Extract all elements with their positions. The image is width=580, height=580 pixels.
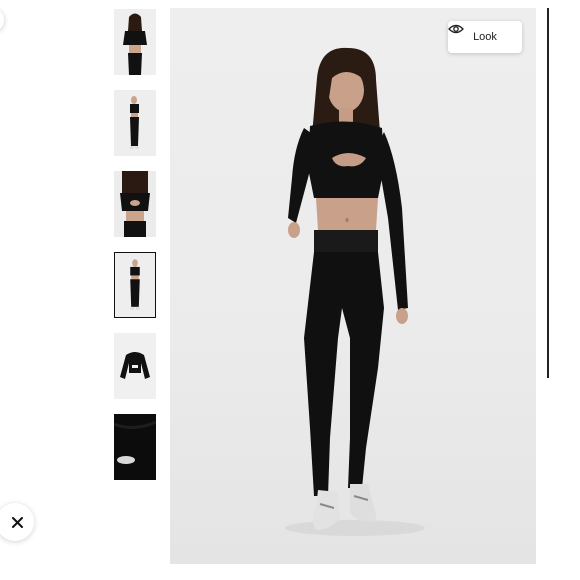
- thumbnail-image: [114, 333, 156, 399]
- model-photo: [285, 47, 425, 536]
- scrollbar[interactable]: [547, 8, 549, 378]
- close-button[interactable]: [0, 503, 34, 541]
- thumbnail-4[interactable]: [114, 252, 156, 318]
- look-button-label: Look: [473, 31, 497, 43]
- close-icon: [11, 516, 23, 528]
- thumbnail-5[interactable]: [114, 333, 156, 399]
- thumbnail-image: [115, 253, 155, 317]
- thumbnail-6[interactable]: [114, 414, 156, 480]
- thumbnail-image: [114, 90, 156, 156]
- thumbnail-1[interactable]: [114, 9, 156, 75]
- eye-icon: [448, 24, 464, 34]
- look-button[interactable]: Look: [448, 21, 522, 53]
- thumbnail-image: [114, 9, 156, 75]
- edge-handle: [0, 8, 4, 32]
- main-product-photo: Look: [170, 8, 536, 564]
- thumbnail-image: [114, 171, 156, 237]
- thumbnail-2[interactable]: [114, 90, 156, 156]
- thumbnail-3[interactable]: [114, 171, 156, 237]
- thumbnail-image: [114, 414, 156, 480]
